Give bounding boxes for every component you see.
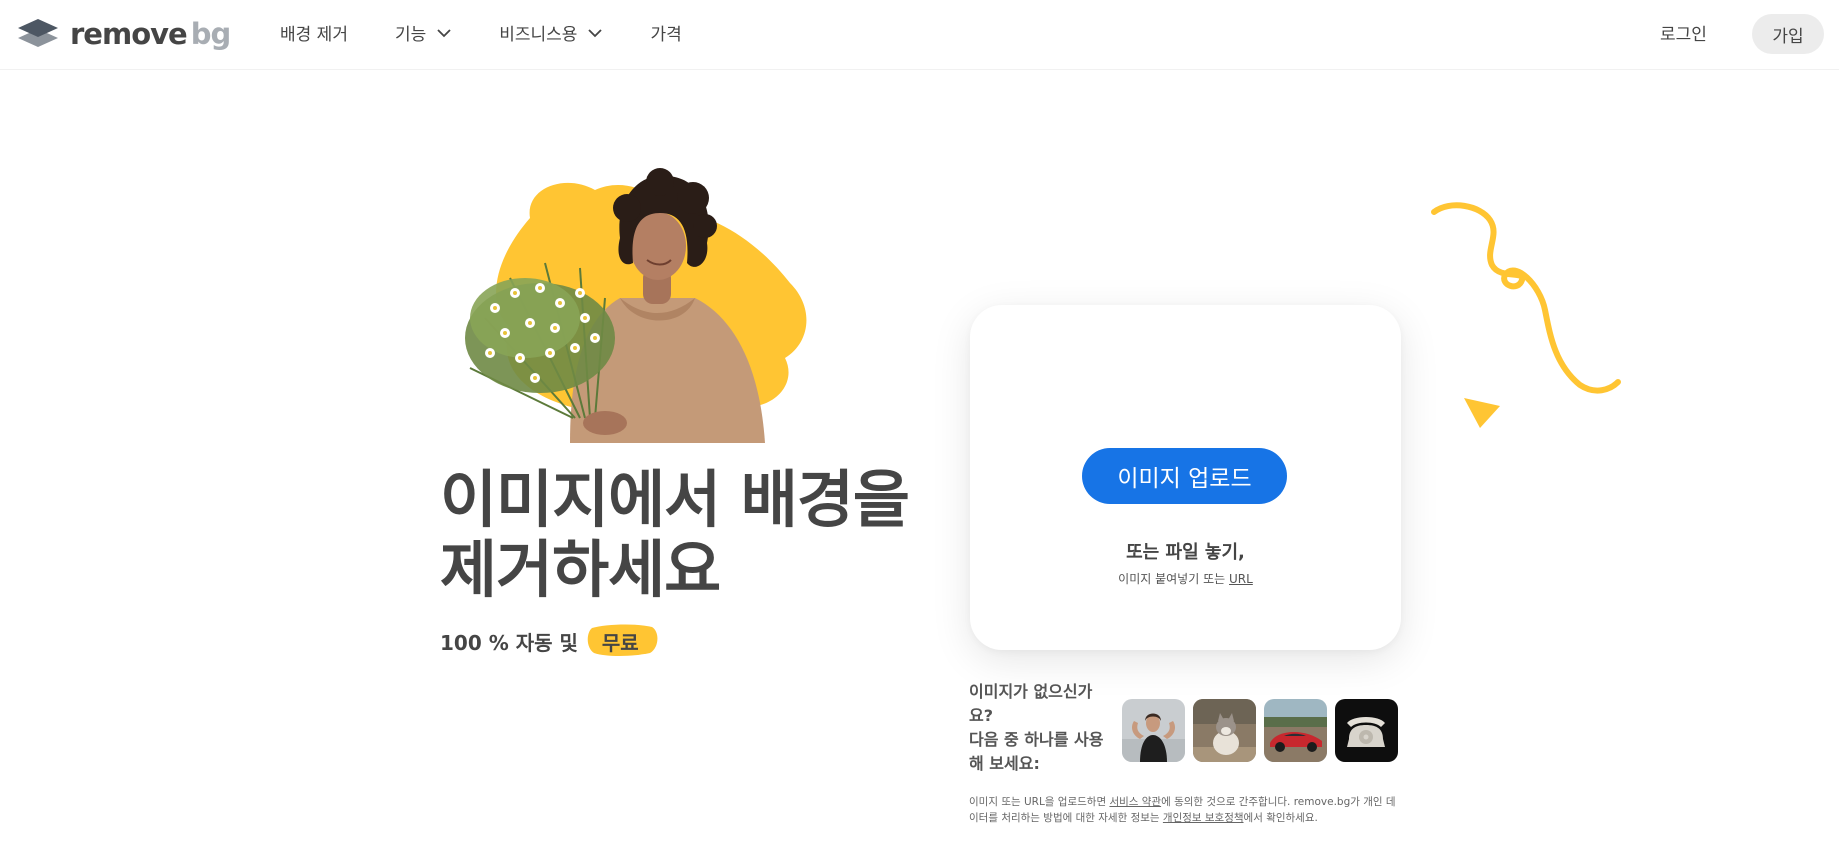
free-badge: 무료 [586, 624, 658, 659]
upload-image-button[interactable]: 이미지 업로드 [1082, 448, 1287, 504]
sample-label-line: 이미지가 없으신가 [969, 682, 1093, 701]
terms-of-service-link[interactable]: 서비스 약관 [1109, 796, 1161, 808]
chevron-down-icon [588, 28, 603, 37]
nav-pricing[interactable]: 가격 [650, 20, 681, 45]
yellow-squiggle-icon [1431, 202, 1621, 394]
nav-label: 비즈니스용 [499, 25, 578, 45]
sample-label-line: 요? [969, 706, 994, 725]
hero-subline: 100 % 자동 및 무료 [440, 624, 658, 659]
drop-file-title: 또는 파일 놓기, [1126, 542, 1245, 563]
sample-images-label: 이미지가 없으신가 요? 다음 중 하나를 사용 해 보세요: [969, 680, 1109, 776]
nav-label: 가격 [650, 25, 682, 45]
hero-woman-flowers-image [465, 168, 807, 443]
drop-file-subtitle: 이미지 붙여넣기 또는 URL [970, 570, 1401, 587]
nav-label: 기능 [394, 25, 427, 45]
legal-notice: 이미지 또는 URL을 업로드하면 서비스 약관에 동의한 것으로 간주합니다.… [969, 794, 1401, 826]
headline-line-1: 이미지에서 배경을 [440, 463, 910, 536]
nav-features[interactable]: 기능 [395, 20, 452, 45]
url-link[interactable]: URL [1229, 572, 1253, 586]
logo-layers-icon [18, 19, 58, 47]
sample-woman-thumbnail[interactable] [1122, 699, 1185, 762]
sample-cat-thumbnail[interactable] [1193, 699, 1256, 762]
sample-label-line: 다음 중 하나를 사용 [969, 730, 1104, 749]
sample-cat-icon [1193, 699, 1256, 762]
nav-label: 배경 제거 [280, 25, 348, 45]
logo-wordmark: remove bg [70, 17, 232, 51]
free-badge-label: 무료 [601, 631, 639, 655]
privacy-policy-link[interactable]: 개인정보 보호정책 [1163, 812, 1244, 824]
sample-telephone-thumbnail[interactable] [1335, 699, 1398, 762]
sample-images [1122, 699, 1406, 762]
sample-label-line: 해 보세요: [969, 754, 1040, 773]
sample-car-thumbnail[interactable] [1264, 699, 1327, 762]
main-nav: 배경 제거 기능 비즈니스용 가격 [280, 20, 729, 45]
chevron-down-icon [437, 28, 451, 37]
signup-button[interactable]: 가입 [1752, 14, 1824, 54]
login-link[interactable]: 로그인 [1660, 20, 1707, 45]
top-navigation-bar: remove bg 배경 제거 기능 비즈니스용 가격 로그인 가입 [0, 0, 1839, 70]
nav-remove-background[interactable]: 배경 제거 [280, 20, 348, 45]
legal-text: 이미지 또는 URL을 업로드하면 [969, 796, 1110, 808]
removebg-logo[interactable]: remove bg [16, 16, 232, 52]
logo-main-text: remove [70, 17, 188, 51]
sample-woman-icon [1122, 699, 1185, 762]
nav-business[interactable]: 비즈니스용 [499, 20, 603, 45]
hero-headline: 이미지에서 배경을 제거하세요 [440, 463, 910, 606]
yellow-triangle-icon [1464, 398, 1500, 428]
legal-text: 에서 확인하세요. [1243, 812, 1318, 824]
upload-card[interactable]: 이미지 업로드 또는 파일 놓기, 이미지 붙여넣기 또는 URL [970, 305, 1401, 650]
sample-telephone-icon [1335, 699, 1398, 762]
subline-text: 100 % 자동 및 [440, 631, 578, 655]
paste-image-text: 이미지 붙여넣기 또는 [1118, 572, 1226, 586]
logo-suffix-text: bg [190, 17, 232, 51]
headline-line-2: 제거하세요 [440, 533, 721, 606]
sample-car-icon [1264, 699, 1327, 762]
